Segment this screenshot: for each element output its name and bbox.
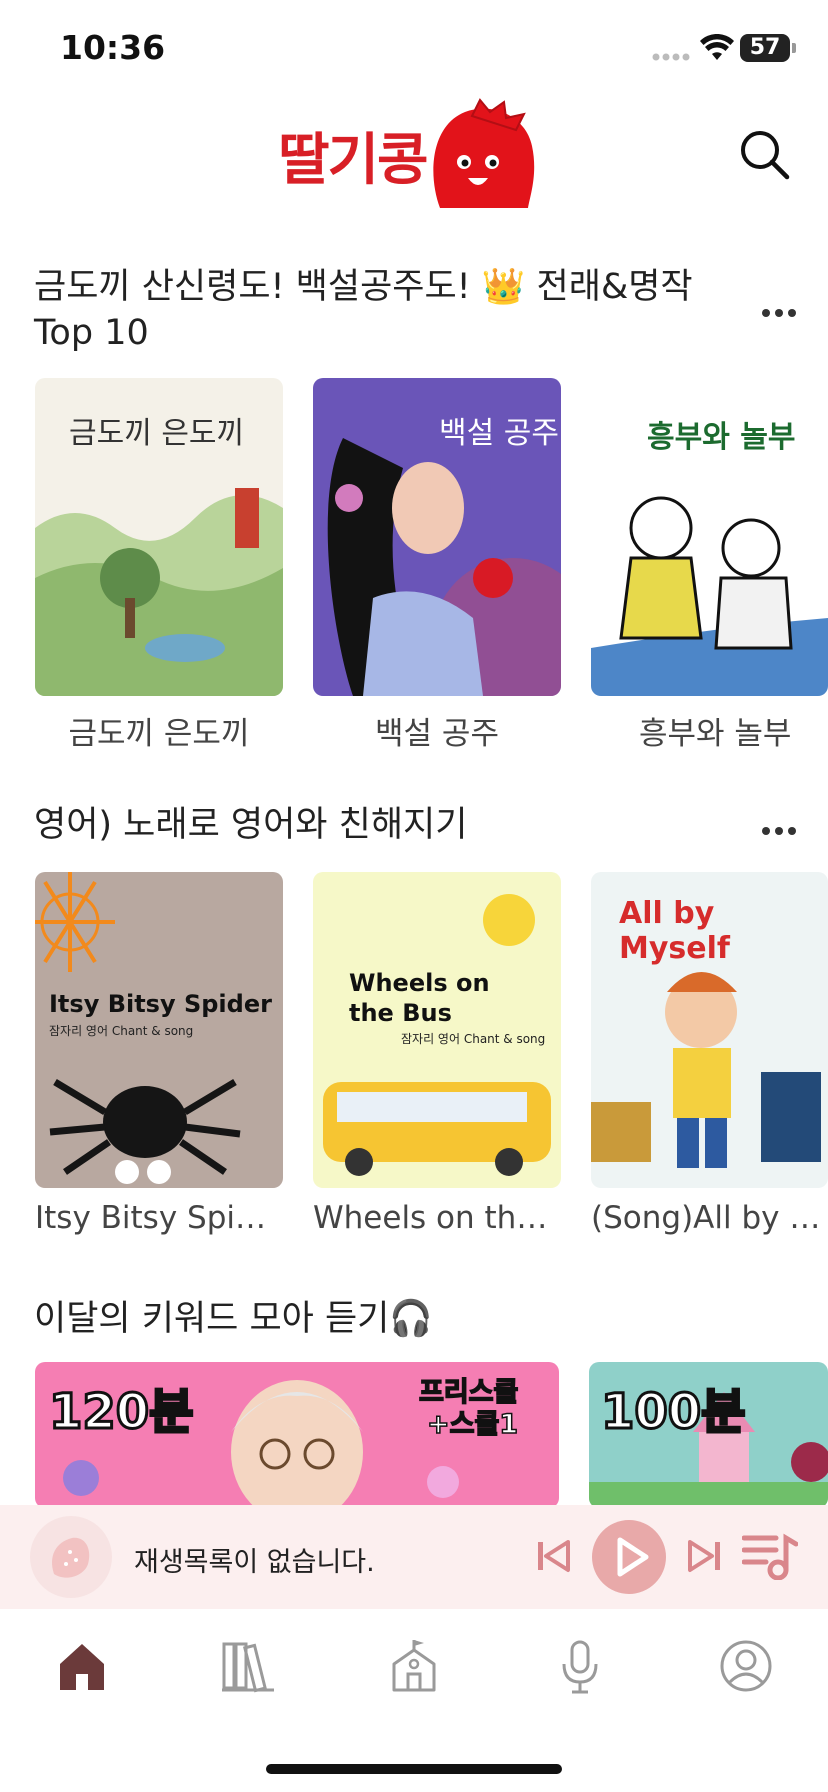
section-title-monthly-keyword: 이달의 키워드 모아 듣기🎧 [34, 1299, 433, 1339]
microphone-icon[interactable] [550, 1636, 610, 1696]
next-track-button[interactable] [688, 1538, 722, 1574]
home-icon[interactable] [52, 1636, 112, 1696]
book-cover-title: 흥부와 놀부 [647, 420, 796, 455]
playlist-banner[interactable]: 120분 프리스쿨 +스쿨1 [35, 1362, 559, 1508]
song-cover-title: All by Myself [619, 896, 730, 966]
banner-tag-line-2: +스쿨1 [426, 1408, 519, 1441]
home-indicator [266, 1764, 562, 1774]
previous-track-button[interactable] [536, 1538, 570, 1574]
books-icon[interactable] [218, 1636, 278, 1696]
book-card[interactable]: 금도끼 은도끼 [35, 378, 283, 696]
book-cover-title: 금도끼 은도끼 [69, 416, 245, 451]
more-options-button[interactable] [762, 820, 802, 840]
song-title[interactable]: Wheels on the B... [313, 1200, 561, 1236]
book-title[interactable]: 흥부와 놀부 [591, 708, 828, 753]
song-cover-subtitle: 잠자리 영어 Chant & song [401, 1032, 546, 1046]
banner-duration: 100분 [599, 1383, 746, 1442]
song-card[interactable]: Itsy Bitsy Spider 잠자리 영어 Chant & song [35, 872, 283, 1188]
song-title[interactable]: (Song)All by My... [591, 1200, 828, 1236]
school-icon[interactable] [384, 1636, 444, 1696]
song-card[interactable]: All by Myself [591, 872, 828, 1188]
book-title[interactable]: 백설 공주 [313, 708, 561, 753]
battery-indicator: 57 [740, 34, 796, 62]
play-button[interactable] [592, 1520, 666, 1594]
player-thumbnail [30, 1516, 112, 1598]
book-title[interactable]: 금도끼 은도끼 [35, 708, 283, 753]
playlist-icon[interactable] [742, 1532, 798, 1580]
section-title-english-songs: 영어) 노래로 영어와 친해지기 [34, 805, 468, 845]
book-card[interactable]: 백설 공주 [313, 378, 561, 696]
song-card[interactable]: Wheels on the Bus 잠자리 영어 Chant & song [313, 872, 561, 1188]
more-options-button[interactable] [762, 302, 802, 322]
song-cover-title: Itsy Bitsy Spider [49, 990, 272, 1018]
search-button[interactable] [738, 128, 790, 180]
book-card[interactable]: 흥부와 놀부 [591, 378, 828, 696]
song-cover-title: Wheels on the Bus [349, 969, 490, 1027]
song-cover-subtitle: 잠자리 영어 Chant & song [49, 1024, 194, 1038]
book-cover-title: 백설 공주 [439, 416, 559, 451]
banner-duration: 120분 [47, 1383, 194, 1442]
section-title-classics: 금도끼 산신령도! 백설공주도! 👑 전래&명작 Top 10 [34, 267, 693, 353]
cellular-signal-icon [652, 53, 690, 61]
profile-icon[interactable] [716, 1636, 776, 1696]
wifi-icon [700, 34, 734, 60]
song-title[interactable]: Itsy Bitsy Spider [35, 1200, 283, 1236]
status-time: 10:36 [60, 28, 166, 67]
player-status-text: 재생목록이 없습니다. [134, 1547, 375, 1578]
strawberry-mascot-logo [433, 98, 535, 208]
app-logo-text: 딸기콩 [278, 128, 429, 193]
playlist-banner[interactable]: 100분 [589, 1362, 828, 1508]
